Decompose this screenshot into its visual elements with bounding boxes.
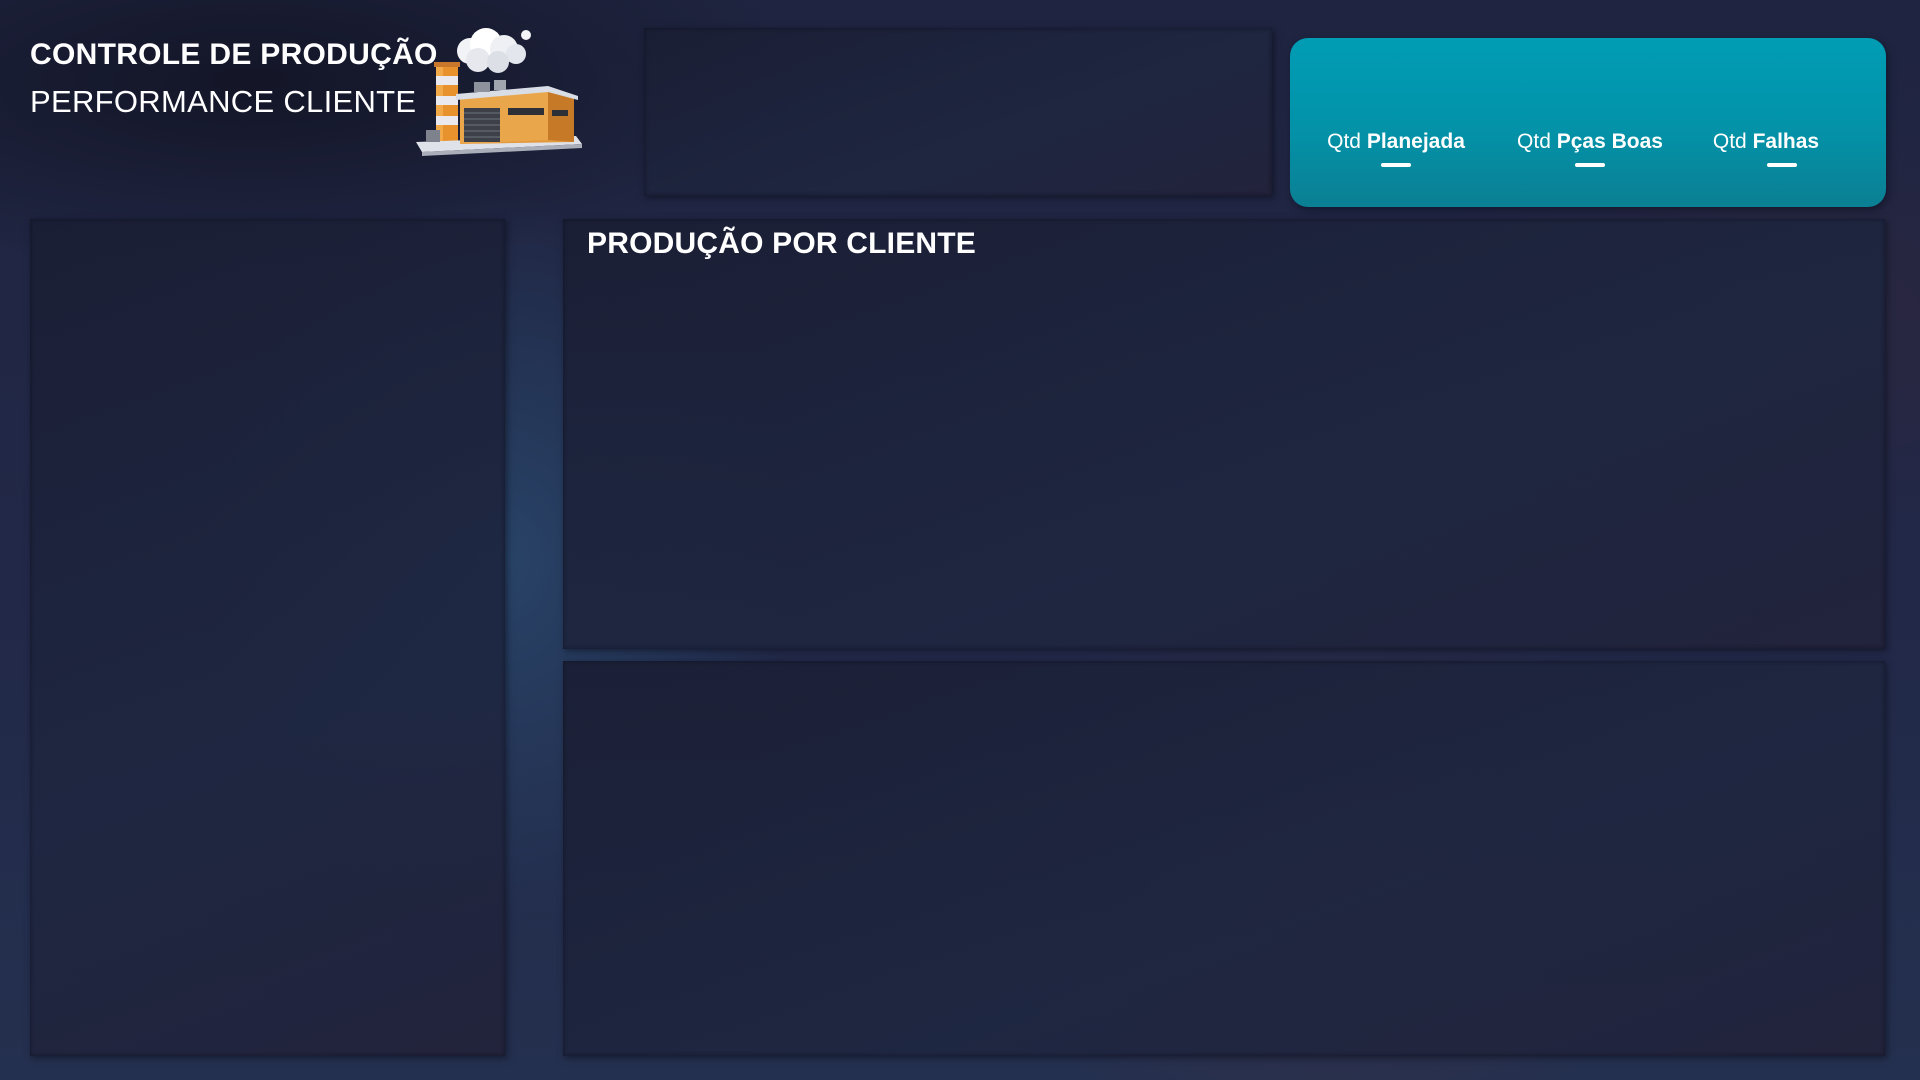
- page-subtitle: PERFORMANCE CLIENTE: [30, 84, 417, 119]
- kpi-pecas-boas: Qtd Pças Boas: [1517, 130, 1663, 154]
- kpi-label: Falhas: [1752, 130, 1820, 153]
- production-by-client-title: PRODUÇÃO POR CLIENTE: [587, 227, 977, 260]
- bottom-chart-panel: [563, 661, 1885, 1056]
- kpi-planejada-value: [1381, 163, 1411, 167]
- kpi-prefix: Qtd: [1327, 130, 1361, 153]
- kpi-prefix: Qtd: [1517, 130, 1551, 153]
- factory-icon: [416, 28, 582, 156]
- kpi-planejada: Qtd Planejada: [1327, 130, 1465, 154]
- kpi-card: Qtd Planejada Qtd Pças Boas Qtd Falhas: [1290, 38, 1886, 207]
- kpi-prefix: Qtd: [1712, 130, 1747, 153]
- client-list-panel: [30, 219, 505, 1056]
- page-title: CONTROLE DE PRODUÇÃO: [30, 38, 438, 71]
- kpi-falhas: Qtd Falhas: [1713, 130, 1819, 154]
- smoke-cloud-icon: [457, 28, 531, 73]
- kpi-pecas-boas-value: [1575, 163, 1605, 167]
- kpi-label: Pças Boas: [1556, 130, 1663, 153]
- production-by-client-panel: PRODUÇÃO POR CLIENTE: [563, 219, 1885, 649]
- kpi-label: Planejada: [1366, 130, 1465, 153]
- kpi-falhas-value: [1767, 163, 1797, 167]
- top-filter-panel: [644, 28, 1272, 196]
